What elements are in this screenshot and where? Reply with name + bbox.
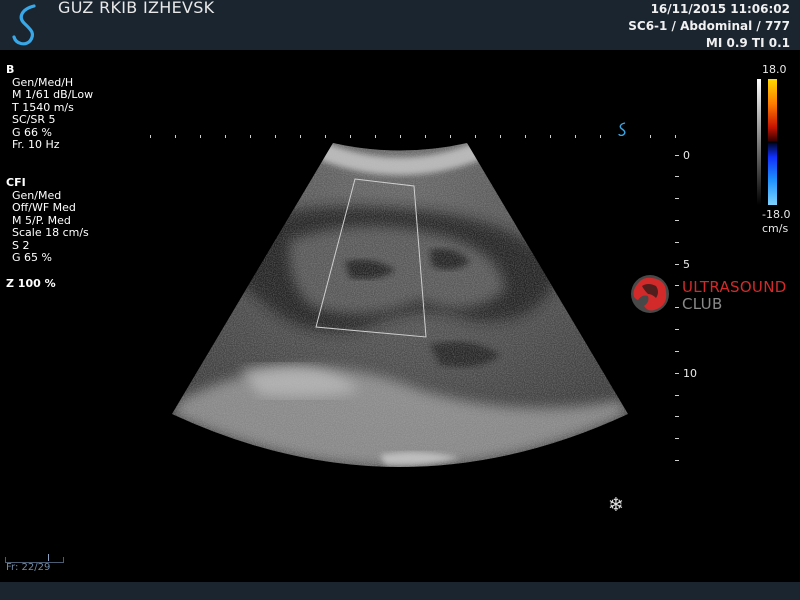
footer-bar xyxy=(0,582,800,600)
depth-label-0: 0 xyxy=(683,149,690,162)
color-scale-min: -18.0 xyxy=(762,208,791,221)
probe-orientation-icon xyxy=(618,122,626,136)
gray-map-bar xyxy=(757,79,761,205)
color-scale-unit: cm/s xyxy=(762,222,789,235)
color-scale-max: 18.0 xyxy=(762,63,787,76)
frame-counter: Fr: 22/29 xyxy=(6,562,51,573)
ultrasound-image xyxy=(150,135,679,467)
depth-scale-ticks xyxy=(675,155,679,461)
depth-label-5: 5 xyxy=(683,258,690,271)
watermark-text-club: CLUB xyxy=(682,295,723,313)
ultrasound-club-logo-icon xyxy=(631,275,669,313)
color-map-bar xyxy=(768,79,777,205)
lateral-scale xyxy=(150,135,676,138)
depth-label-10: 10 xyxy=(683,367,697,380)
watermark-text-ultrasound: ULTRASOUND xyxy=(682,278,787,296)
scan-sector xyxy=(172,143,628,467)
snowflake-icon: ❄ xyxy=(608,494,624,516)
cine-frame-marker[interactable] xyxy=(48,554,49,561)
